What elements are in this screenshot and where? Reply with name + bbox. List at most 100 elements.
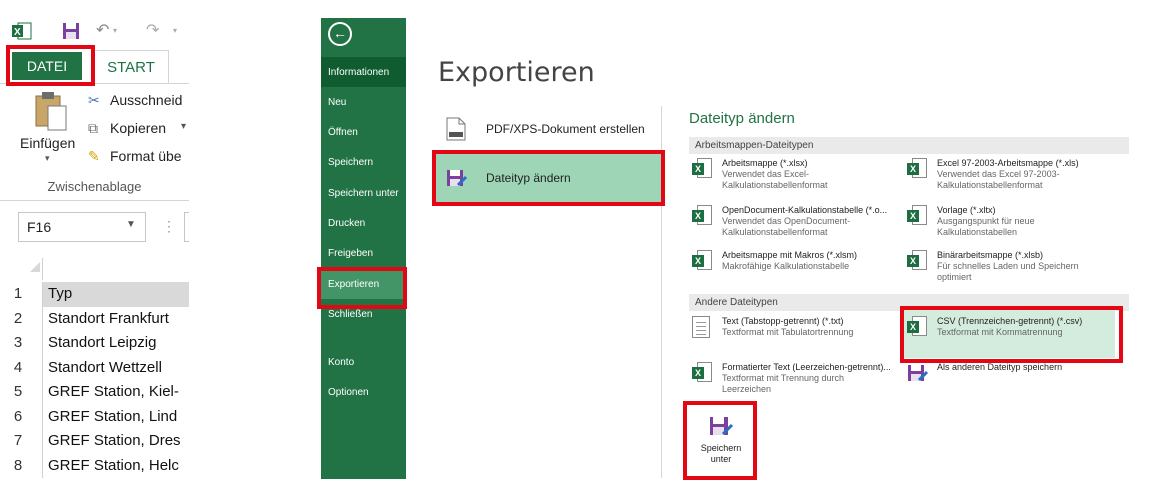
csv-file-icon: X (907, 316, 933, 336)
paste-icon (34, 92, 68, 137)
redo-dropdown-icon[interactable]: ▾ (173, 26, 177, 35)
file-type-xltx-file[interactable]: X Vorlage (*.xltx) Ausgangspunkt für neue K… (907, 205, 1122, 238)
cell[interactable]: Standort Frankfurt (42, 306, 189, 331)
file-type-description: optimiert (937, 272, 972, 282)
option-change-file-type[interactable]: Dateityp ändern (434, 153, 661, 203)
file-type-csv-file[interactable]: X CSV (Trennzeichen-getrennt) (*.csv) Text… (907, 316, 1122, 338)
back-arrow-icon[interactable]: ← (328, 22, 352, 46)
nav-item-account[interactable]: Konto (321, 347, 406, 377)
scissors-icon: ✂ (88, 92, 100, 108)
txt-file-icon (692, 316, 718, 338)
copy-button[interactable]: Kopieren (110, 120, 166, 136)
formula-bar[interactable] (184, 212, 189, 242)
other-types-header: Andere Dateitypen (689, 294, 1129, 311)
option-change-file-type-label: Dateityp ändern (486, 171, 571, 185)
nav-item-open[interactable]: Öffnen (321, 117, 406, 147)
file-type-name: Text (Tabstopp-getrennt) (*.txt) (722, 316, 844, 326)
ods-file-icon: X (692, 205, 718, 225)
save-icon[interactable] (62, 22, 80, 45)
nav-item-print[interactable]: Drucken (321, 208, 406, 238)
file-type-description: Für schnelles Laden und Speichern (937, 261, 1079, 271)
file-type-xls-file[interactable]: X Excel 97-2003-Arbeitsmappe (*.xls) Verwe… (907, 158, 1122, 191)
file-type-name: CSV (Trennzeichen-getrennt) (*.csv) (937, 316, 1083, 326)
xlsb-file-icon: X (907, 250, 933, 270)
xls-file-icon: X (907, 158, 933, 178)
nav-item-save[interactable]: Speichern (321, 147, 406, 177)
xlsm-file-icon: X (692, 250, 718, 270)
table-row: 4 Standort Wettzell (0, 355, 189, 381)
file-type-save-as-other[interactable]: Als anderen Dateityp speichern (907, 362, 1122, 389)
change-file-type-icon (446, 167, 474, 189)
excel-window-fragment: X ↶ ▾ ↷ ▾ DATEI START Einfügen ▾ ✂ Aussc… (0, 0, 189, 485)
nav-item-options[interactable]: Optionen (321, 377, 406, 407)
row-number[interactable]: 5 (0, 380, 42, 405)
cell[interactable]: GREF Station, Dres (42, 429, 189, 454)
row-number[interactable]: 2 (0, 307, 42, 332)
undo-icon[interactable]: ↶ (96, 20, 109, 40)
cell[interactable]: Standort Wettzell (42, 355, 189, 380)
cell[interactable]: GREF Station, Kiel- (42, 380, 189, 405)
file-type-name: OpenDocument-Kalkulationstabelle (*.o... (722, 205, 888, 215)
file-type-description: Verwendet das OpenDocument- (722, 216, 851, 226)
save-as-button[interactable]: Speichern unter (692, 409, 750, 475)
row-number[interactable]: 8 (0, 454, 42, 479)
row-number[interactable]: 6 (0, 405, 42, 430)
nav-item-close[interactable]: Schließen (321, 299, 406, 329)
file-type-description: Kalkulationstabellenformat (722, 227, 828, 237)
nav-item-share[interactable]: Freigeben (321, 238, 406, 268)
file-type-description: Kalkulationstabellen (937, 227, 1018, 237)
file-type-name: Formatierter Text (Leerzeichen-getrennt)… (722, 362, 891, 372)
option-pdf-xps-label: PDF/XPS-Dokument erstellen (486, 122, 645, 136)
nav-item-save-as[interactable]: Speichern unter (321, 178, 406, 208)
format-painter-icon: ✎ (88, 148, 100, 164)
table-row: 2 Standort Frankfurt (0, 306, 189, 332)
file-type-ods-file[interactable]: X OpenDocument-Kalkulationstabelle (*.o..… (692, 205, 907, 238)
format-painter-button[interactable]: Format übe (110, 148, 182, 164)
ribbon-bottom-border (0, 200, 189, 201)
workbook-types-header: Arbeitsmappen-Dateitypen (689, 137, 1129, 154)
cell[interactable]: Standort Leipzig (42, 331, 189, 356)
file-type-description: Ausgangspunkt für neue (937, 216, 1035, 226)
file-type-xlsm-file[interactable]: X Arbeitsmappe mit Makros (*.xlsm) Makrofä… (692, 250, 907, 272)
save-as-label-1: Speichern (700, 443, 742, 453)
xltx-file-icon: X (907, 205, 933, 225)
option-pdf-xps[interactable]: PDF/XPS-Dokument erstellen (434, 104, 661, 154)
table-row: 3 Standort Leipzig (0, 331, 189, 356)
file-type-xlsb-file[interactable]: X Binärarbeitsmappe (*.xlsb) Für schnelles… (907, 250, 1122, 283)
excel-logo-icon: X (12, 22, 32, 45)
row-number[interactable]: 7 (0, 429, 42, 454)
file-type-xlsx-file[interactable]: X Arbeitsmappe (*.xlsx) Verwendet das Exce… (692, 158, 907, 191)
svg-text:X: X (14, 27, 21, 38)
cell[interactable]: GREF Station, Lind (42, 404, 189, 429)
row-number[interactable]: 4 (0, 356, 42, 381)
cut-button[interactable]: Ausschneid (110, 92, 182, 108)
column-header-area (42, 258, 189, 280)
row-number[interactable]: 1 (0, 282, 42, 307)
paste-dropdown-icon[interactable]: ▾ (45, 153, 50, 164)
row-number[interactable]: 3 (0, 331, 42, 356)
file-types-title: Dateityp ändern (689, 110, 795, 127)
undo-dropdown-icon[interactable]: ▾ (113, 26, 117, 35)
redo-icon[interactable]: ↷ (146, 20, 159, 40)
cell[interactable]: GREF Station, Helc (42, 453, 189, 478)
nav-item-export[interactable]: Exportieren (321, 269, 406, 299)
table-row: 7 GREF Station, Dres (0, 429, 189, 454)
formula-bar-separator-icon: ⋮ (162, 218, 176, 234)
file-type-prn-file[interactable]: X Formatierter Text (Leerzeichen-getrennt… (692, 362, 907, 395)
file-type-name: Binärarbeitsmappe (*.xlsb) (937, 250, 1044, 260)
name-box-dropdown-icon[interactable]: ▼ (126, 219, 136, 230)
table-row: 1 Typ (0, 282, 189, 307)
nav-item-info[interactable]: Informationen (321, 57, 406, 87)
select-all-corner[interactable] (30, 262, 40, 272)
clipboard-group-label: Zwischenablage (47, 179, 142, 194)
paste-button[interactable]: Einfügen (20, 135, 75, 151)
file-type-txt-file[interactable]: Text (Tabstopp-getrennt) (*.txt) Textform… (692, 316, 907, 338)
tab-file[interactable]: DATEI (12, 52, 82, 80)
copy-dropdown-icon[interactable]: ▾ (181, 121, 186, 132)
tab-home[interactable]: START (93, 50, 169, 84)
nav-item-new[interactable]: Neu (321, 87, 406, 117)
table-row: 8 GREF Station, Helc (0, 453, 189, 479)
cell[interactable]: Typ (42, 282, 189, 307)
xlsx-file-icon: X (692, 158, 718, 178)
file-type-description: Textformat mit Trennung durch (722, 373, 845, 383)
